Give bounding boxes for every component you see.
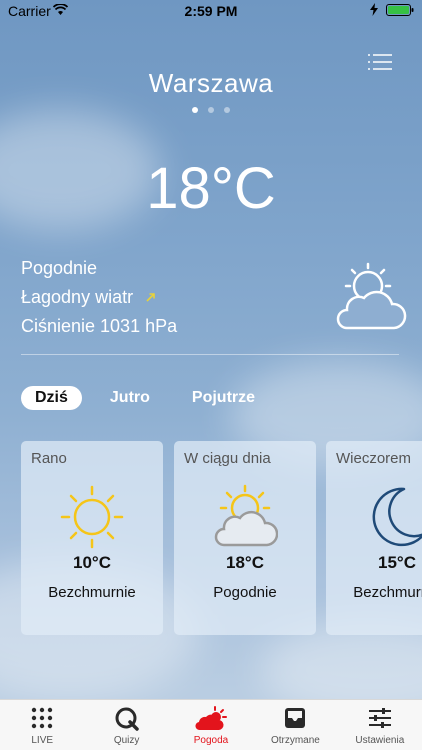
forecast-card-condition: Bezchmurnie [48, 584, 136, 601]
tab-live[interactable]: LIVE [0, 700, 84, 750]
tab-label: Ustawienia [355, 735, 405, 746]
tab-label: Otrzymane [270, 735, 320, 746]
status-bar: Carrier 2:59 PM [0, 0, 422, 22]
forecast-card-temperature: 10°C [73, 553, 111, 572]
forecast-card-title: Wieczorem [336, 450, 412, 467]
sun-icon [60, 485, 124, 549]
page-dot[interactable] [192, 107, 198, 113]
tab-label: Pogoda [193, 735, 229, 746]
forecast-card-condition: Bezchmurnie [353, 584, 422, 601]
tab-quizzes[interactable]: Quizy [84, 700, 168, 750]
divider [21, 354, 399, 355]
partly-cloudy-icon [336, 262, 407, 330]
city-name: Warszawa [148, 68, 274, 98]
tab-day-after-tomorrow[interactable]: Pojutrze [178, 386, 269, 410]
forecast-card-title: Rano [31, 450, 67, 467]
pressure-label: Ciśnienie 1031 hPa [21, 316, 178, 336]
tab-settings[interactable]: Ustawienia [338, 700, 422, 750]
wind-direction-arrow-icon [146, 293, 155, 302]
moon-icon [372, 487, 422, 547]
tab-label: Quizy [113, 735, 140, 746]
condition-summary: Pogodnie [21, 258, 98, 278]
forecast-card-title: W ciągu dnia [184, 450, 271, 467]
tab-inbox[interactable]: Otrzymane [253, 700, 337, 750]
partly-cloudy-icon [214, 484, 278, 547]
tab-today[interactable]: Dziś [21, 386, 82, 410]
tab-bar: LIVE Quizy Pogoda Otrzymane Ustawienia [0, 699, 422, 750]
forecast-card-morning[interactable]: Rano 10°C Bezchmurnie [21, 441, 163, 635]
forecast-card-condition: Pogodnie [213, 584, 277, 601]
tab-label: LIVE [31, 735, 54, 746]
wind-label: Łagodny wiatr [21, 287, 134, 307]
live-grid-icon [32, 707, 53, 729]
sliders-icon [368, 708, 391, 728]
tab-weather[interactable]: Pogoda [169, 700, 253, 750]
tab-tomorrow[interactable]: Jutro [96, 386, 164, 410]
charging-indicator-icon [370, 3, 378, 16]
inbox-icon [285, 708, 306, 728]
quiz-icon [115, 707, 139, 731]
forecast-card-temperature: 15°C [378, 553, 416, 572]
current-temperature: 18°C [146, 156, 276, 221]
forecast-card-daytime[interactable]: W ciągu dnia 18°C Pogodnie [174, 441, 316, 635]
day-tabs: Dziś Jutro Pojutrze [21, 386, 269, 410]
forecast-card-temperature: 18°C [226, 553, 264, 572]
wind-row: Łagodny wiatr [21, 283, 177, 312]
page-indicator[interactable] [0, 107, 422, 113]
battery-icon [386, 4, 414, 16]
page-dot[interactable] [224, 107, 230, 113]
current-conditions: Pogodnie Łagodny wiatr Ciśnienie 1031 hP… [21, 254, 177, 341]
page-dot[interactable] [208, 107, 214, 113]
forecast-card-evening[interactable]: Wieczorem 15°C Bezchmurnie [326, 441, 422, 635]
clock: 2:59 PM [184, 3, 238, 19]
forecast-carousel[interactable]: Rano 10°C Bezchmurnie W ciągu dnia 18°C … [21, 441, 422, 635]
weather-icon [195, 706, 228, 731]
